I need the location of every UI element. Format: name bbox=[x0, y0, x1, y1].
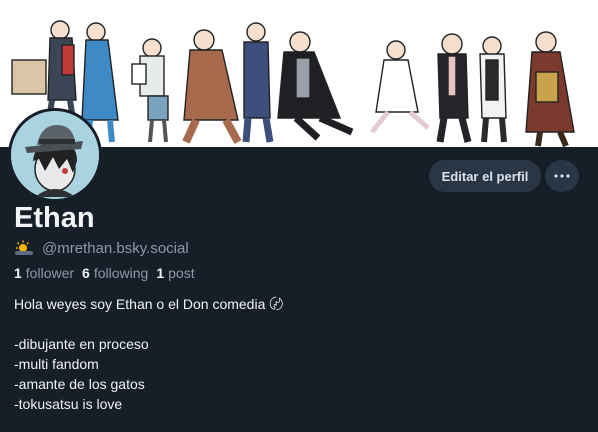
following-link[interactable]: 6 following bbox=[82, 265, 148, 281]
bio-line: -amante de los gatos bbox=[14, 376, 145, 392]
edit-profile-label: Editar el perfil bbox=[441, 168, 529, 184]
profile-stats: 1 follower 6 following 1 post bbox=[14, 265, 195, 281]
posts-count-group: 1 post bbox=[156, 265, 194, 281]
avatar[interactable] bbox=[8, 108, 102, 202]
profile-bio: Hola weyes soy Ethan o el Don comedia 〄 … bbox=[14, 294, 584, 414]
posts-count: 1 bbox=[156, 265, 165, 281]
edit-profile-button[interactable]: Editar el perfil bbox=[429, 160, 541, 192]
avatar-image bbox=[11, 111, 99, 199]
handle[interactable]: @mrethan.bsky.social bbox=[42, 240, 189, 257]
display-name: Ethan bbox=[14, 202, 95, 234]
profile-page: Editar el perfil Ethan @mrethan.bsky.soc… bbox=[0, 0, 598, 432]
ellipsis-icon bbox=[554, 174, 570, 178]
followers-count: 1 bbox=[14, 265, 22, 281]
handle-row: @mrethan.bsky.social bbox=[14, 238, 189, 258]
followers-link[interactable]: 1 follower bbox=[14, 265, 74, 281]
following-count: 6 bbox=[82, 265, 90, 281]
bio-line: Hola weyes soy Ethan o el Don comedia 〄 bbox=[14, 296, 284, 312]
bio-line: -tokusatsu is love bbox=[14, 396, 123, 412]
posts-label: post bbox=[168, 265, 195, 281]
bio-line: -dibujante en proceso bbox=[14, 336, 149, 352]
following-label: following bbox=[93, 265, 149, 281]
sun-cloud-icon bbox=[15, 240, 33, 255]
bio-line: -multi fandom bbox=[14, 356, 99, 372]
more-options-button[interactable] bbox=[545, 160, 579, 192]
followers-label: follower bbox=[25, 265, 75, 281]
bio-line bbox=[14, 314, 584, 334]
